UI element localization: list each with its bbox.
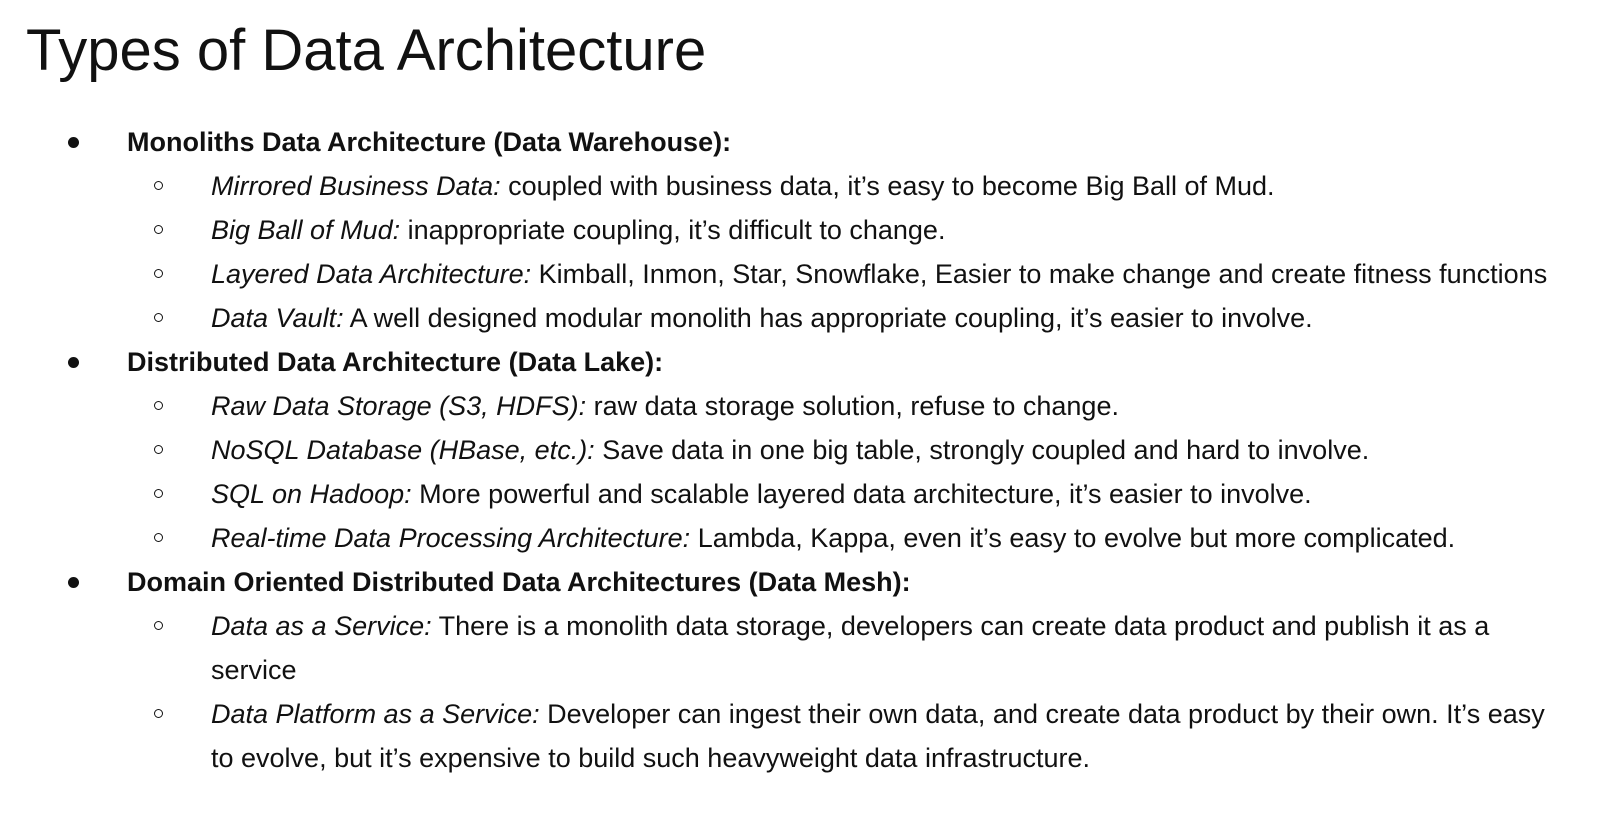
item-description: Kimball, Inmon, Star, Snowflake, Easier … [531, 259, 1548, 289]
section-heading-text: Monoliths Data Architecture (Data Wareho… [127, 127, 732, 157]
section-heading: Monoliths Data Architecture (Data Wareho… [0, 120, 1600, 164]
list-item: Data Vault: A well designed modular mono… [0, 296, 1600, 340]
list-item: Data as a Service: There is a monolith d… [0, 604, 1600, 692]
item-description: raw data storage solution, refuse to cha… [586, 391, 1119, 421]
bullet-circle-icon [154, 445, 163, 454]
list-item: Layered Data Architecture: Kimball, Inmo… [0, 252, 1600, 296]
list-item: Real-time Data Processing Architecture: … [0, 516, 1600, 560]
bullet-disc-icon [68, 137, 79, 148]
bullet-circle-icon [154, 181, 163, 190]
bullet-circle-icon [154, 313, 163, 322]
bullet-circle-icon [154, 533, 163, 542]
bullet-disc-icon [68, 357, 79, 368]
item-description: coupled with business data, it’s easy to… [500, 171, 1275, 201]
bullet-list-content: Monoliths Data Architecture (Data Wareho… [0, 120, 1600, 780]
section-list: Monoliths Data Architecture (Data Wareho… [0, 120, 1600, 780]
bullet-circle-icon [154, 401, 163, 410]
subitem-list: Data as a Service: There is a monolith d… [0, 604, 1600, 780]
section-heading-text: Domain Oriented Distributed Data Archite… [127, 567, 911, 597]
item-term: Data Platform as a Service: [211, 699, 540, 729]
subitem-list: Mirrored Business Data: coupled with bus… [0, 164, 1600, 340]
item-description: inappropriate coupling, it’s difficult t… [400, 215, 946, 245]
slide-page: Types of Data Architecture Monoliths Dat… [0, 0, 1600, 820]
list-item: SQL on Hadoop: More powerful and scalabl… [0, 472, 1600, 516]
item-term: Big Ball of Mud: [211, 215, 401, 245]
section-heading: Distributed Data Architecture (Data Lake… [0, 340, 1600, 384]
bullet-circle-icon [154, 269, 163, 278]
item-description: Lambda, Kappa, even it’s easy to evolve … [690, 523, 1456, 553]
bullet-circle-icon [154, 489, 163, 498]
item-term: Raw Data Storage (S3, HDFS): [211, 391, 587, 421]
page-title: Types of Data Architecture [26, 18, 707, 83]
item-term: Layered Data Architecture: [211, 259, 532, 289]
section-domain-oriented: Domain Oriented Distributed Data Archite… [0, 560, 1600, 780]
list-item: NoSQL Database (HBase, etc.): Save data … [0, 428, 1600, 472]
section-heading-text: Distributed Data Architecture (Data Lake… [127, 347, 664, 377]
bullet-circle-icon [154, 621, 163, 630]
list-item: Mirrored Business Data: coupled with bus… [0, 164, 1600, 208]
item-description: A well designed modular monolith has app… [343, 303, 1313, 333]
bullet-disc-icon [68, 577, 79, 588]
item-term: Mirrored Business Data: [211, 171, 501, 201]
list-item: Big Ball of Mud: inappropriate coupling,… [0, 208, 1600, 252]
list-item: Data Platform as a Service: Developer ca… [0, 692, 1600, 780]
section-monoliths: Monoliths Data Architecture (Data Wareho… [0, 120, 1600, 340]
section-heading: Domain Oriented Distributed Data Archite… [0, 560, 1600, 604]
item-term: NoSQL Database (HBase, etc.): [211, 435, 595, 465]
item-term: SQL on Hadoop: [211, 479, 412, 509]
bullet-circle-icon [154, 709, 163, 718]
item-description: Save data in one big table, strongly cou… [594, 435, 1370, 465]
section-distributed: Distributed Data Architecture (Data Lake… [0, 340, 1600, 560]
subitem-list: Raw Data Storage (S3, HDFS): raw data st… [0, 384, 1600, 560]
item-term: Data Vault: [211, 303, 344, 333]
item-term: Real-time Data Processing Architecture: [211, 523, 691, 553]
item-description: More powerful and scalable layered data … [411, 479, 1312, 509]
list-item: Raw Data Storage (S3, HDFS): raw data st… [0, 384, 1600, 428]
bullet-circle-icon [154, 225, 163, 234]
item-term: Data as a Service: [211, 611, 432, 641]
